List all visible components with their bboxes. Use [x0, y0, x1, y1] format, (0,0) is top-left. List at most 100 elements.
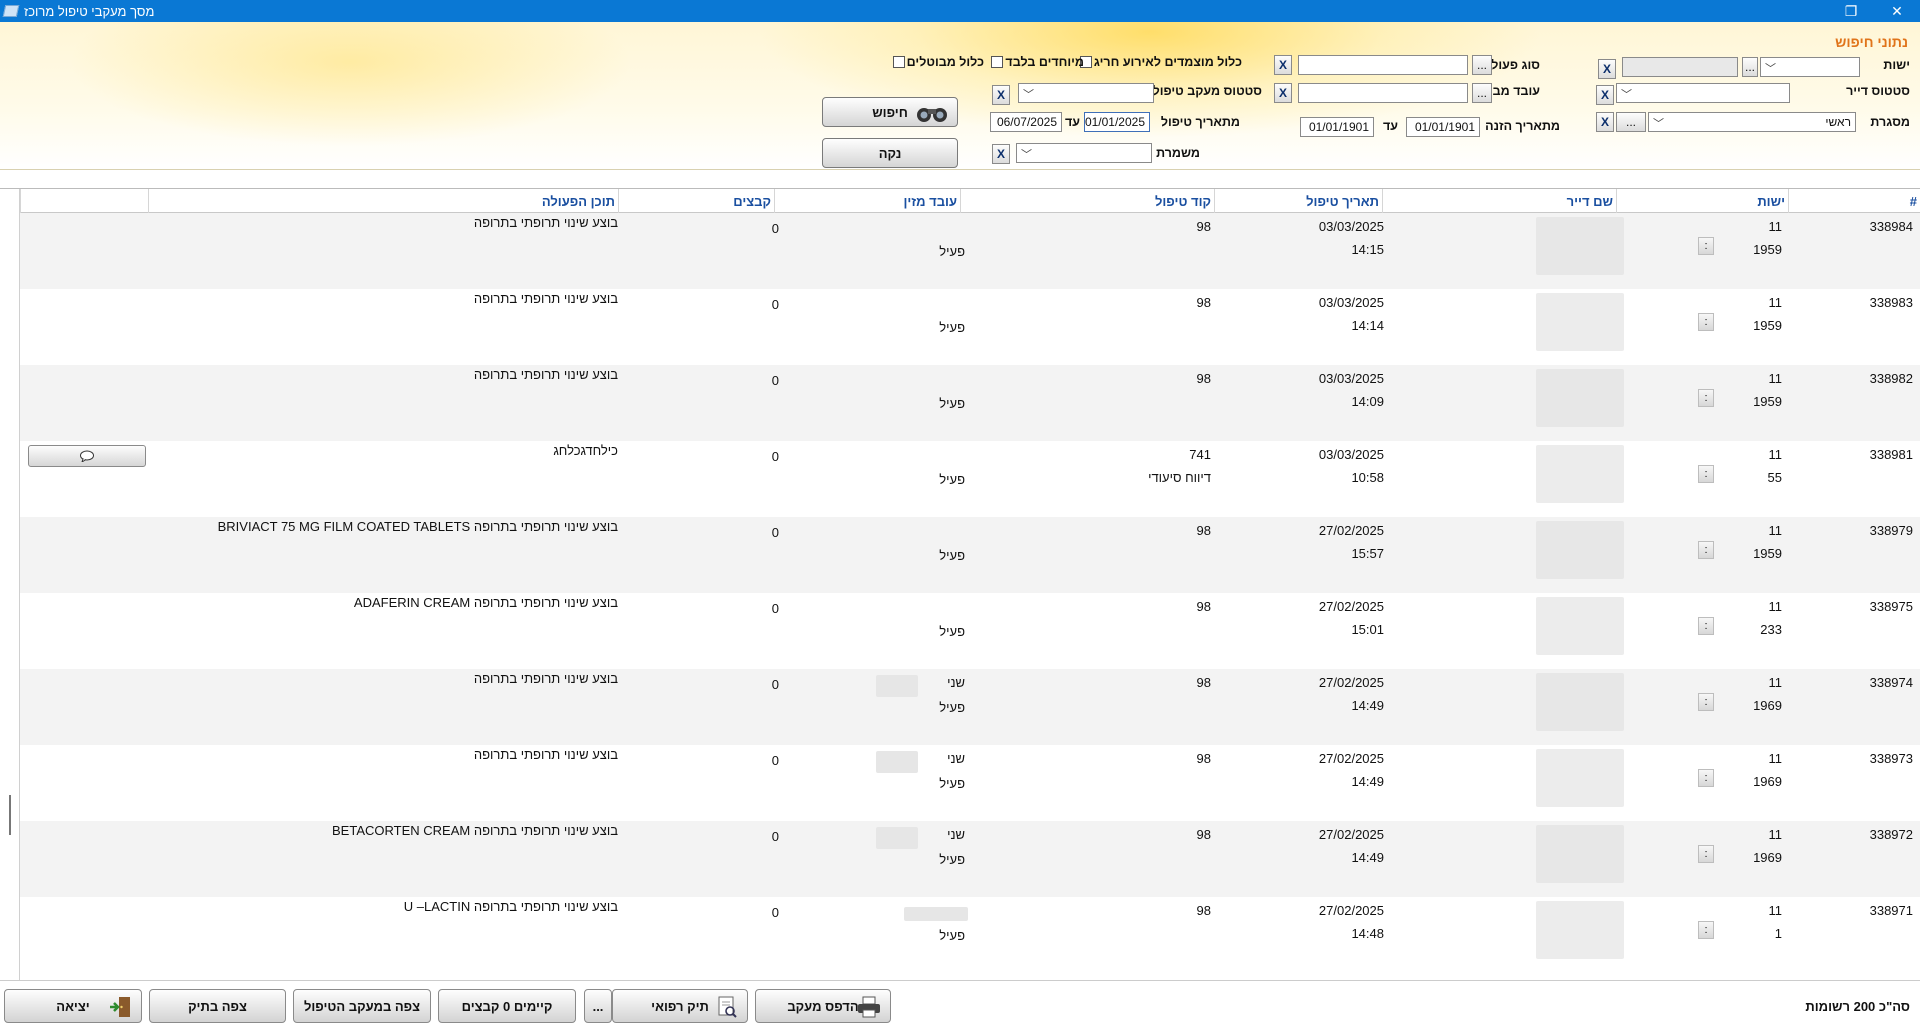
branch-select[interactable]: ﹀: [1760, 57, 1860, 77]
column-header-entering-worker[interactable]: עובד מזין: [774, 189, 960, 213]
row-id: 338983: [1869, 295, 1913, 310]
restore-icon[interactable]: ❐: [1828, 0, 1874, 22]
framework-select[interactable]: ראשי ﹀: [1648, 112, 1856, 132]
row-details-button[interactable]: :: [1698, 237, 1714, 255]
executing-worker-field[interactable]: [1298, 83, 1468, 103]
row-details-button[interactable]: :: [1698, 617, 1714, 635]
framework-label: מסגרת: [1870, 115, 1910, 129]
row-treatment-date: 27/02/2025: [1318, 903, 1384, 918]
shift-select[interactable]: ﹀: [1016, 143, 1152, 163]
view-file-button[interactable]: צפה בתיק: [149, 989, 286, 1023]
resident-status-select[interactable]: ﹀: [1616, 83, 1790, 103]
action-type-clear-button[interactable]: X: [1274, 55, 1292, 75]
search-section-title: נתוני חיפוש: [1835, 34, 1908, 50]
table-row[interactable]: 338972 11 1969: 27/02/2025 14:49 98 שני פעיל 0 בו…: [0, 821, 1920, 897]
table-row[interactable]: 338979 11 1959: 27/02/2025 15:57 98 פעיל 0 בוצע …: [0, 517, 1920, 593]
column-header-branch[interactable]: ישות: [1616, 189, 1788, 213]
row-treatment-date: 27/02/2025: [1318, 827, 1384, 842]
table-row[interactable]: 338984 11 1959: 03/03/2025 14:15 98 פעיל 0 בוצע …: [0, 213, 1920, 289]
framework-lookup-button[interactable]: ...: [1616, 112, 1646, 132]
checkbox-box[interactable]: [991, 56, 1004, 68]
column-header-resident-name[interactable]: שם דייר: [1382, 189, 1616, 213]
column-header-treatment-date[interactable]: תאריך טיפול: [1214, 189, 1382, 213]
branch-lookup-button[interactable]: ...: [1742, 57, 1758, 77]
action-type-lookup-button[interactable]: ...: [1472, 55, 1492, 75]
table-row[interactable]: 338982 11 1959: 03/03/2025 14:09 98 פעיל 0 בוצע …: [0, 365, 1920, 441]
exit-button[interactable]: יציאה: [4, 989, 142, 1023]
table-row[interactable]: 338973 11 1969: 27/02/2025 14:49 98 שני פעיל 0 בו…: [0, 745, 1920, 821]
row-treatment-date: 27/02/2025: [1318, 675, 1384, 690]
row-sub-number: 1: [1774, 926, 1782, 941]
existing-files-button[interactable]: קיימים 0 קבצים: [438, 989, 576, 1023]
close-icon[interactable]: ✕: [1874, 0, 1920, 22]
shift-clear-button[interactable]: X: [992, 144, 1010, 164]
include-special-event-checkbox[interactable]: כלול מוצמדים לאירוע חריג: [1079, 55, 1242, 69]
tracking-status-clear-button[interactable]: X: [992, 85, 1010, 105]
tracking-status-select[interactable]: ﹀: [1018, 83, 1154, 103]
chevron-down-icon: ﹀: [1023, 89, 1034, 101]
table-row[interactable]: 338971 11 1:27/02/2025 14:48 98 פעיל 0 בוצע שינ…: [0, 897, 1920, 973]
row-details-button[interactable]: :: [1698, 921, 1714, 939]
table-row[interactable]: 338975 11 233: 27/02/2025 15:01 98 פעיל 0 בוצע ש…: [0, 593, 1920, 669]
executing-worker-lookup-button[interactable]: ...: [1472, 83, 1492, 103]
column-header-id[interactable]: #: [1788, 189, 1920, 213]
window-controls: ❐ ✕: [1828, 0, 1920, 22]
framework-clear-button[interactable]: X: [1596, 112, 1614, 132]
row-status: פעיל: [939, 548, 965, 563]
clear-button[interactable]: נקה: [822, 138, 958, 168]
include-cancelled-checkbox[interactable]: כלול מבוטלים: [892, 55, 984, 69]
row-details-button[interactable]: :: [1698, 769, 1714, 787]
search-button[interactable]: חיפוש: [822, 97, 958, 127]
entry-date-to-field[interactable]: 01/01/1901: [1300, 117, 1374, 137]
action-type-field[interactable]: [1298, 55, 1468, 75]
grid-header: # ישות שם דייר תאריך טיפול קוד טיפול עוב…: [0, 189, 1920, 213]
row-details-button[interactable]: :: [1698, 845, 1714, 863]
row-status: פעיל: [939, 700, 965, 715]
view-tracking-button[interactable]: צפה במעקב הטיפול: [293, 989, 431, 1023]
row-entering-worker: שני: [947, 675, 965, 690]
column-header-files[interactable]: קבצים: [618, 189, 774, 213]
row-details-button[interactable]: :: [1698, 693, 1714, 711]
worker-name-redacted: [876, 751, 918, 773]
vertical-scrollbar[interactable]: [0, 189, 20, 980]
row-branch: 11: [1768, 371, 1783, 386]
scrollbar-thumb[interactable]: [9, 795, 11, 835]
more-options-button[interactable]: ...: [584, 989, 612, 1023]
row-treatment-date: 27/02/2025: [1318, 751, 1384, 766]
checkbox-box[interactable]: [892, 56, 905, 68]
row-sub-number: 1959: [1753, 394, 1782, 409]
resident-status-clear-button[interactable]: X: [1596, 85, 1614, 105]
row-branch: 11: [1768, 599, 1783, 614]
row-details-button[interactable]: :: [1698, 541, 1714, 559]
table-row[interactable]: 338983 11 1959: 03/03/2025 14:14 98 פעיל 0 בוצע …: [0, 289, 1920, 365]
special-only-checkbox[interactable]: מיוחדים בלבד: [991, 55, 1084, 69]
entry-date-from-field[interactable]: 01/01/1901: [1406, 117, 1480, 137]
row-details-button[interactable]: :: [1698, 389, 1714, 407]
medical-file-button[interactable]: תיק רפואי: [612, 989, 748, 1023]
row-action-content: כילחדגכלחג: [553, 443, 618, 458]
row-status: פעיל: [939, 928, 965, 943]
branch-clear-button[interactable]: X: [1598, 59, 1616, 79]
row-files-count: 0: [771, 601, 779, 616]
treatment-date-to-field[interactable]: 06/07/2025: [990, 112, 1062, 132]
row-treatment-code: 741: [1189, 447, 1211, 462]
row-details-button[interactable]: :: [1698, 465, 1714, 483]
column-header-treatment-code[interactable]: קוד טיפול: [960, 189, 1214, 213]
resident-status-label: סטטוס דייר: [1846, 84, 1910, 98]
print-tracking-button[interactable]: הדפס מעקב: [755, 989, 891, 1023]
row-action-content: בוצע שינוי תרופתי בתרופה: [473, 671, 618, 686]
comment-button[interactable]: [28, 445, 146, 467]
row-treatment-code: 98: [1196, 523, 1211, 538]
table-row[interactable]: 338981 11 55: 03/03/2025 10:58 741 דיווח סיעוד…: [0, 441, 1920, 517]
executing-worker-clear-button[interactable]: X: [1274, 83, 1292, 103]
medical-file-button-label: תיק רפואי: [651, 998, 709, 1014]
row-id: 338972: [1869, 827, 1913, 842]
resident-name-redacted: [1536, 901, 1624, 959]
chevron-down-icon: ﹀: [1653, 118, 1664, 130]
column-header-action-content[interactable]: תוכן הפעולה: [148, 189, 618, 213]
treatment-date-from-field[interactable]: 01/01/2025: [1084, 112, 1150, 132]
table-row[interactable]: 338974 11 1969: 27/02/2025 14:49 98 שני פעיל 0 בו…: [0, 669, 1920, 745]
row-details-button[interactable]: :: [1698, 313, 1714, 331]
row-id: 338974: [1869, 675, 1913, 690]
row-status: פעיל: [939, 396, 965, 411]
